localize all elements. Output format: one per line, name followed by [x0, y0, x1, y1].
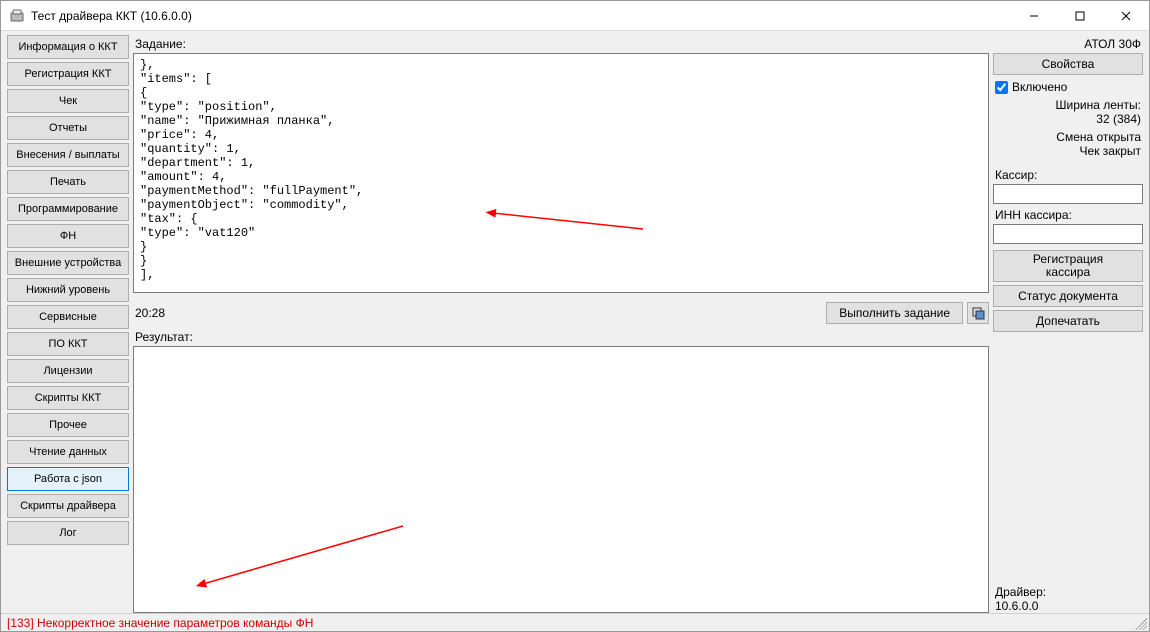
sidebar-item-6[interactable]: Программирование — [7, 197, 129, 221]
execute-task-button[interactable]: Выполнить задание — [826, 302, 963, 324]
task-label: Задание: — [135, 37, 989, 51]
shift-status: Смена открыта — [993, 130, 1141, 144]
tape-width-value: 32 (384) — [993, 112, 1141, 126]
driver-label: Драйвер: — [995, 585, 1143, 599]
sidebar-item-12[interactable]: Лицензии — [7, 359, 129, 383]
window-minimize-button[interactable] — [1011, 1, 1057, 30]
enabled-checkbox[interactable] — [995, 81, 1008, 94]
window-titlebar: Тест драйвера ККТ (10.6.0.0) — [1, 1, 1149, 31]
sidebar-item-15[interactable]: Чтение данных — [7, 440, 129, 464]
window-maximize-button[interactable] — [1057, 1, 1103, 30]
driver-version: 10.6.0.0 — [995, 599, 1143, 613]
sidebar-item-0[interactable]: Информация о ККТ — [7, 35, 129, 59]
cheque-status: Чек закрыт — [993, 144, 1141, 158]
enabled-label: Включено — [1012, 80, 1067, 94]
sidebar-item-7[interactable]: ФН — [7, 224, 129, 248]
status-error-text: [133] Некорректное значение параметров к… — [7, 616, 313, 630]
cashier-label: Кассир: — [995, 168, 1143, 182]
window-title: Тест драйвера ККТ (10.6.0.0) — [31, 9, 1011, 23]
tape-width-label: Ширина ленты: — [993, 98, 1141, 112]
sidebar-item-14[interactable]: Прочее — [7, 413, 129, 437]
sidebar-item-17[interactable]: Скрипты драйвера — [7, 494, 129, 518]
register-cashier-button[interactable]: Регистрациякассира — [993, 250, 1143, 282]
sidebar-item-11[interactable]: ПО ККТ — [7, 332, 129, 356]
sidebar: Информация о ККТ Регистрация ККТ Чек Отчеты… — [7, 35, 129, 613]
sidebar-item-9[interactable]: Нижний уровень — [7, 278, 129, 302]
sidebar-item-2[interactable]: Чек — [7, 89, 129, 113]
time-label: 20:28 — [135, 306, 165, 320]
result-textarea[interactable] — [133, 346, 989, 613]
right-panel: АТОЛ 30Ф Свойства Включено Ширина ленты:… — [993, 35, 1143, 613]
sidebar-item-5[interactable]: Печать — [7, 170, 129, 194]
status-bar: [133] Некорректное значение параметров к… — [1, 613, 1149, 631]
reprint-button[interactable]: Допечатать — [993, 310, 1143, 332]
result-label: Результат: — [135, 330, 989, 344]
task-textarea[interactable] — [133, 53, 989, 293]
cashier-inn-label: ИНН кассира: — [995, 208, 1143, 222]
resize-grip-icon[interactable] — [1135, 618, 1147, 630]
sidebar-item-10[interactable]: Сервисные — [7, 305, 129, 329]
sidebar-item-18[interactable]: Лог — [7, 521, 129, 545]
cashier-input[interactable] — [993, 184, 1143, 204]
sidebar-item-3[interactable]: Отчеты — [7, 116, 129, 140]
sidebar-item-16[interactable]: Работа с json — [7, 467, 129, 491]
document-status-button[interactable]: Статус документа — [993, 285, 1143, 307]
device-name: АТОЛ 30Ф — [993, 37, 1141, 51]
cashier-inn-input[interactable] — [993, 224, 1143, 244]
open-external-icon-button[interactable] — [967, 302, 989, 324]
window-close-button[interactable] — [1103, 1, 1149, 30]
app-icon — [9, 8, 25, 24]
enabled-checkbox-row[interactable]: Включено — [995, 80, 1143, 94]
properties-button[interactable]: Свойства — [993, 53, 1143, 75]
sidebar-item-8[interactable]: Внешние устройства — [7, 251, 129, 275]
sidebar-item-13[interactable]: Скрипты ККТ — [7, 386, 129, 410]
sidebar-item-4[interactable]: Внесения / выплаты — [7, 143, 129, 167]
sidebar-item-1[interactable]: Регистрация ККТ — [7, 62, 129, 86]
main-panel: Задание: 20:28 Выполнить задание Результ… — [133, 35, 989, 613]
